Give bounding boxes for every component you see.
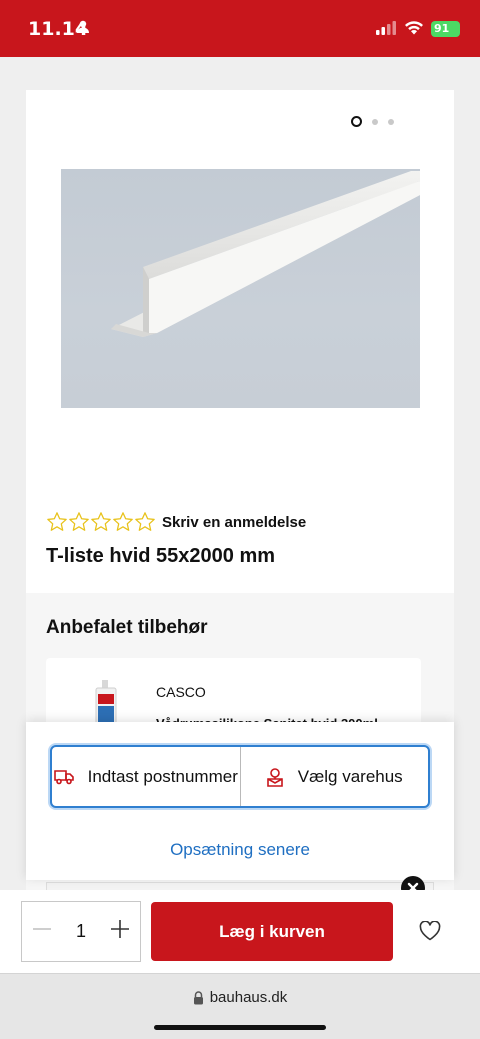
gallery-dots bbox=[351, 116, 394, 127]
star-icon bbox=[69, 512, 89, 531]
pickup-selector: Indtast postnummer Vælg varehus bbox=[50, 745, 430, 808]
browser-url-bar: bauhaus.dk bbox=[0, 973, 480, 1039]
url-text: bauhaus.dk bbox=[209, 989, 288, 1006]
star-icon bbox=[135, 512, 155, 531]
choose-store-label: Vælg varehus bbox=[297, 766, 403, 786]
plus-icon bbox=[110, 920, 129, 938]
gallery-dot-1[interactable] bbox=[351, 116, 362, 127]
quantity-stepper: 1 bbox=[21, 901, 141, 962]
address-field[interactable]: bauhaus.dk bbox=[0, 989, 480, 1006]
home-indicator bbox=[154, 1025, 326, 1030]
gallery-dot-2[interactable] bbox=[372, 118, 378, 125]
battery-level: 91 bbox=[434, 22, 450, 35]
accessory-brand: CASCO bbox=[156, 684, 206, 700]
choose-store-button[interactable]: Vælg varehus bbox=[239, 747, 429, 806]
product-image[interactable] bbox=[61, 169, 420, 408]
person-icon bbox=[76, 20, 90, 39]
favorite-button[interactable] bbox=[419, 920, 441, 946]
battery-indicator: 91 bbox=[431, 21, 460, 37]
star-icon bbox=[47, 512, 67, 531]
decrease-quantity-button[interactable] bbox=[32, 919, 52, 944]
increase-quantity-button[interactable] bbox=[110, 919, 130, 944]
product-title: T-liste hvid 55x2000 mm bbox=[46, 545, 276, 567]
enter-postcode-label: Indtast postnummer bbox=[87, 766, 238, 786]
cellular-signal-icon bbox=[376, 21, 396, 40]
setup-later-link[interactable]: Opsætning senere bbox=[26, 840, 454, 860]
rating-stars[interactable] bbox=[46, 511, 156, 533]
write-review-link[interactable]: Skriv en anmeldelse bbox=[162, 514, 306, 531]
pickup-modal: Indtast postnummer Vælg varehus Opsætnin… bbox=[26, 722, 454, 880]
rating-row: Skriv en anmeldelse bbox=[46, 511, 306, 533]
minus-icon bbox=[33, 928, 51, 930]
star-icon bbox=[91, 512, 111, 531]
enter-postcode-button[interactable]: Indtast postnummer bbox=[52, 747, 240, 806]
gallery-dot-3[interactable] bbox=[388, 118, 394, 125]
accessories-heading: Anbefalet tilbehør bbox=[46, 617, 208, 638]
status-bar: 11.14 91 bbox=[0, 0, 480, 57]
lock-icon bbox=[193, 990, 203, 1004]
star-icon bbox=[113, 512, 133, 531]
cart-bar: 1 Læg i kurven bbox=[0, 890, 480, 973]
quantity-value[interactable]: 1 bbox=[76, 921, 86, 942]
add-to-cart-button[interactable]: Læg i kurven bbox=[151, 902, 393, 961]
delivery-truck-icon bbox=[53, 769, 74, 784]
store-location-icon bbox=[266, 767, 283, 787]
heart-icon bbox=[419, 920, 441, 941]
wifi-icon bbox=[404, 20, 424, 40]
